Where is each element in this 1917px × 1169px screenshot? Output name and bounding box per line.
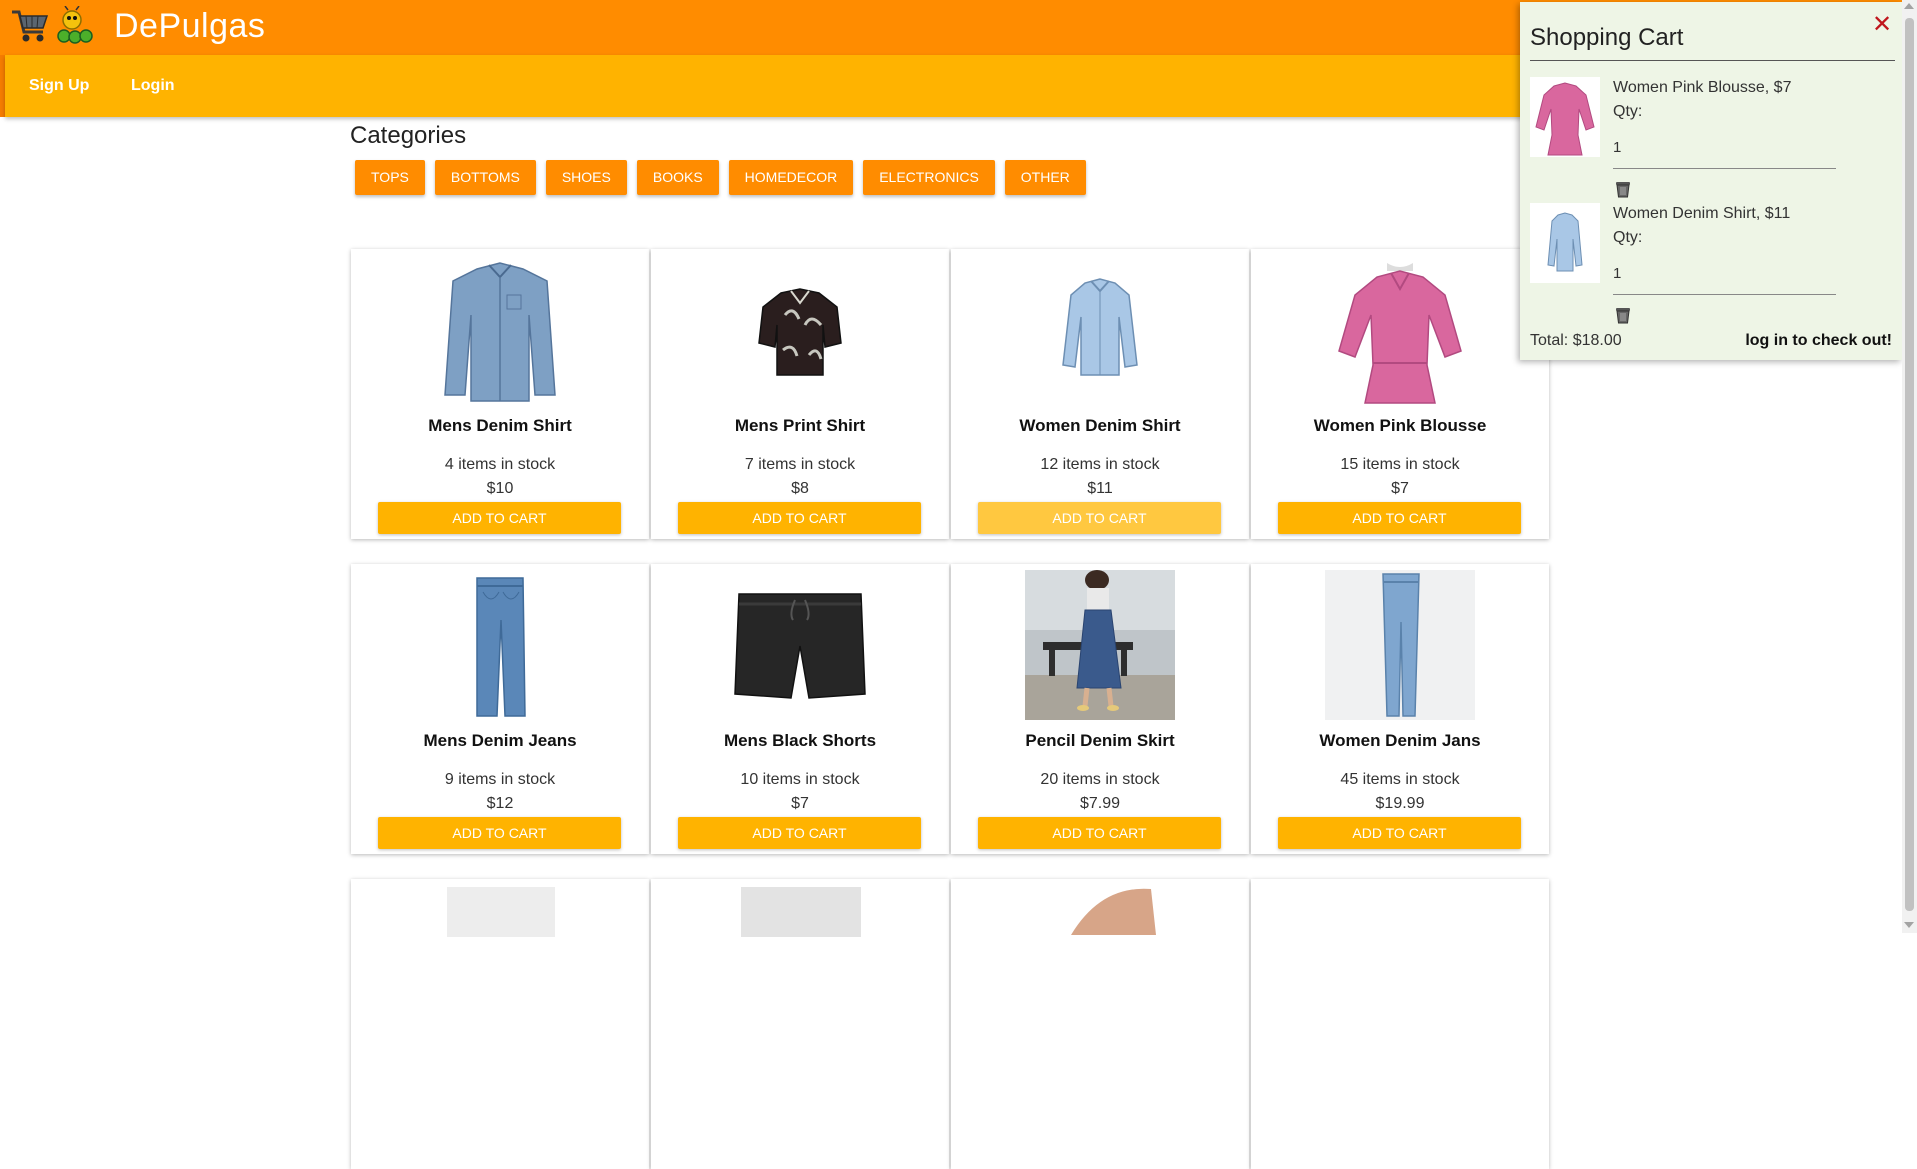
product-card: Pencil Denim Skirt 20 items in stock $7.… <box>951 564 1249 854</box>
brand[interactable]: DePulgas <box>10 6 265 46</box>
shopping-cart-panel: Shopping Cart ✕ Women Pink Blousse, $7 Q… <box>1520 2 1902 360</box>
product-price: $12 <box>486 795 514 812</box>
product-stock: 10 items in stock <box>740 771 860 788</box>
product-name: Pencil Denim Skirt <box>1025 731 1175 750</box>
product-card: Women Denim Jans 45 items in stock $19.9… <box>1251 564 1549 854</box>
product-card: Mens Denim Shirt 4 items in stock $10 AD… <box>351 249 649 539</box>
product-image[interactable] <box>1325 255 1475 405</box>
product-image[interactable] <box>425 570 575 720</box>
cart-item-qty-input[interactable]: 1 <box>1613 265 1621 282</box>
product-stock: 4 items in stock <box>444 456 556 473</box>
product-name: Women Denim Jans <box>1319 731 1481 750</box>
product-card <box>1251 879 1549 1169</box>
cart-item-image <box>1530 77 1600 157</box>
product-card: Women Pink Blousse 15 items in stock $7 … <box>1251 249 1549 539</box>
product-stock: 20 items in stock <box>1040 771 1160 788</box>
cart-item-image <box>1530 203 1600 283</box>
category-tops-button[interactable]: TOPS <box>355 160 425 195</box>
product-price: $7 <box>791 795 809 812</box>
product-image[interactable] <box>741 887 861 937</box>
category-homedecor-button[interactable]: HOMEDECOR <box>728 160 854 195</box>
product-stock: 7 items in stock <box>744 456 856 473</box>
close-icon[interactable]: ✕ <box>1872 10 1892 39</box>
cart-item-label: Women Denim Shirt, $11 <box>1613 205 1791 222</box>
brand-name: DePulgas <box>114 6 266 45</box>
cart-item-divider <box>1613 294 1836 295</box>
product-stock: 9 items in stock <box>444 771 556 788</box>
category-books-button[interactable]: BOOKS <box>636 160 719 195</box>
add-to-cart-button[interactable]: ADD TO CART <box>978 502 1221 534</box>
category-bottoms-button[interactable]: BOTTOMS <box>434 160 536 195</box>
category-other-button[interactable]: OTHER <box>1004 160 1086 195</box>
cart-item-qty-input[interactable]: 1 <box>1613 139 1621 156</box>
cart-item-divider <box>1613 168 1836 169</box>
shopping-cart-icon <box>12 10 49 42</box>
product-card: Mens Denim Jeans 9 items in stock $12 AD… <box>351 564 649 854</box>
scroll-down-arrow-icon[interactable] <box>1904 922 1914 928</box>
add-to-cart-button[interactable]: ADD TO CART <box>1278 502 1521 534</box>
product-card: Women Denim Shirt 12 items in stock $11 … <box>951 249 1249 539</box>
add-to-cart-button[interactable]: ADD TO CART <box>978 817 1221 849</box>
product-name: Women Denim Shirt <box>1019 416 1181 435</box>
nav-login-link[interactable]: Login <box>131 77 175 95</box>
cart-divider <box>1530 60 1895 61</box>
product-name: Women Pink Blousse <box>1313 416 1487 435</box>
scrollbar-thumb[interactable] <box>1905 18 1914 911</box>
caterpillar-logo-icon <box>57 6 93 44</box>
product-image[interactable] <box>725 570 875 720</box>
cart-title: Shopping Cart <box>1530 24 1684 51</box>
product-card <box>351 879 649 1169</box>
product-name: Mens Denim Jeans <box>423 731 577 750</box>
product-image[interactable] <box>1025 570 1175 720</box>
product-name: Mens Black Shorts <box>723 731 877 750</box>
product-price: $19.99 <box>1375 795 1425 812</box>
product-stock: 15 items in stock <box>1340 456 1460 473</box>
cart-total: Total: $18.00 <box>1530 332 1622 349</box>
product-price: $7 <box>1391 480 1409 497</box>
product-stock: 45 items in stock <box>1340 771 1460 788</box>
product-name: Mens Print Shirt <box>734 416 866 435</box>
nav-signup-link[interactable]: Sign Up <box>29 77 89 95</box>
product-name: Mens Denim Shirt <box>428 416 572 435</box>
add-to-cart-button[interactable]: ADD TO CART <box>378 817 621 849</box>
add-to-cart-button[interactable]: ADD TO CART <box>678 817 921 849</box>
category-buttons: TOPS BOTTOMS SHOES BOOKS HOMEDECOR ELECT… <box>355 160 1086 195</box>
add-to-cart-button[interactable]: ADD TO CART <box>678 502 921 534</box>
scroll-up-arrow-icon[interactable] <box>1904 3 1914 9</box>
product-card <box>951 879 1249 1169</box>
product-image[interactable] <box>425 255 575 405</box>
cart-item-qty-label: Qty: <box>1613 103 1643 120</box>
product-image[interactable] <box>725 255 875 405</box>
product-card: Mens Print Shirt 7 items in stock $8 ADD… <box>651 249 949 539</box>
checkout-link[interactable]: log in to check out! <box>1745 332 1892 350</box>
categories-title: Categories <box>350 122 467 149</box>
trash-icon[interactable] <box>1615 180 1631 198</box>
cart-item-qty-label: Qty: <box>1613 229 1643 246</box>
product-price: $11 <box>1087 480 1113 497</box>
product-image[interactable] <box>1025 255 1175 405</box>
category-shoes-button[interactable]: SHOES <box>545 160 627 195</box>
category-electronics-button[interactable]: ELECTRONICS <box>863 160 995 195</box>
cart-item-label: Women Pink Blousse, $7 <box>1613 79 1792 96</box>
product-price: $7.99 <box>1079 795 1121 812</box>
add-to-cart-button[interactable]: ADD TO CART <box>1278 817 1521 849</box>
product-price: $8 <box>791 480 809 497</box>
product-image[interactable] <box>1061 885 1161 935</box>
product-card: Mens Black Shorts 10 items in stock $7 A… <box>651 564 949 854</box>
product-image[interactable] <box>1325 570 1475 720</box>
add-to-cart-button[interactable]: ADD TO CART <box>378 502 621 534</box>
product-price: $10 <box>486 480 514 497</box>
product-stock: 12 items in stock <box>1040 456 1160 473</box>
product-card <box>651 879 949 1169</box>
product-image[interactable] <box>447 887 555 937</box>
trash-icon[interactable] <box>1615 306 1631 324</box>
